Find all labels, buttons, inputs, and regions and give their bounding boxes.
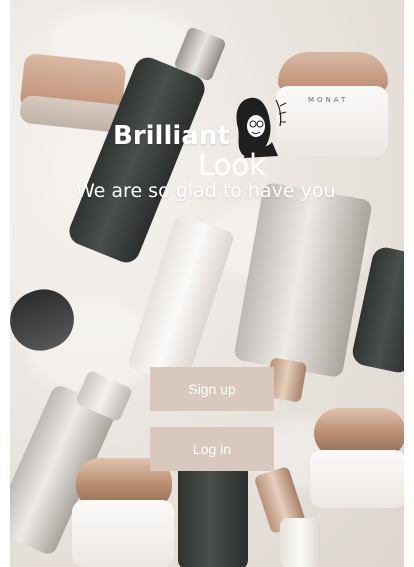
welcome-tagline: We are so glad to have you [76, 180, 336, 202]
app-subtitle: Look [198, 148, 266, 182]
monat-label: MONAT [308, 96, 349, 104]
frame-right [404, 0, 414, 567]
background-photo: MONAT [10, 0, 404, 567]
app-title: Brilliant [113, 121, 230, 151]
welcome-screen: MONAT Brilliant Look We are so glad to h… [0, 0, 414, 567]
sign-up-button[interactable]: Sign up [150, 367, 274, 411]
frame-left [0, 0, 10, 567]
log-in-button[interactable]: Log in [150, 427, 274, 471]
